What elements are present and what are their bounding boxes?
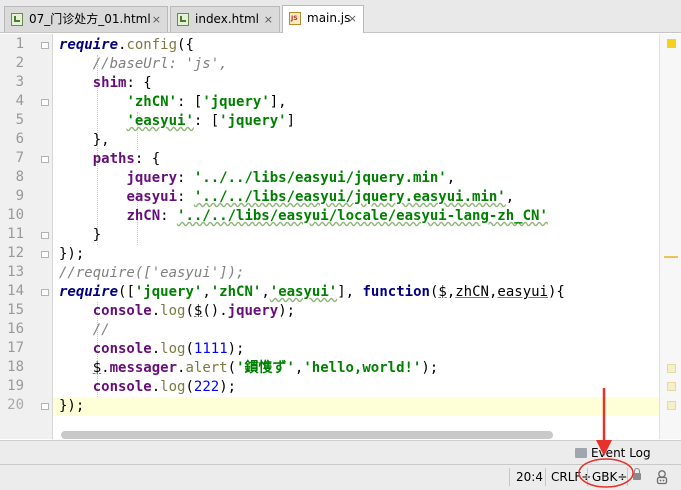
line-number: 15 [7,302,24,318]
fold-marker-icon[interactable] [41,154,50,164]
line-number: 17 [7,340,24,356]
line-number: 4 [15,93,24,109]
fold-marker-icon[interactable] [41,230,50,240]
line-number: 7 [15,150,24,166]
code-line-13: //require(['easyui']); [59,265,245,281]
line-number-current: 20 [7,397,24,413]
tab-label: main.js [307,11,351,25]
code-line-20: }); [59,398,85,414]
editor-tab-bar: 07_门诊处方_01.html × index.html × main.js × [0,0,681,33]
tab-main-js[interactable]: main.js × [282,5,364,33]
code-line-8: jquery: '../../libs/easyui/jquery.min', [126,170,456,186]
code-line-16: // [92,322,110,338]
line-number: 2 [15,55,24,71]
line-number: 1 [15,36,24,52]
code-line-1: require.config({ [59,37,194,53]
fold-marker-icon[interactable] [41,401,50,411]
code-line-3: shim: { [92,75,152,91]
js-file-icon [289,12,301,25]
line-number: 6 [15,131,24,147]
line-number: 14 [7,283,24,299]
scrollbar-thumb[interactable] [61,431,553,439]
error-stripe[interactable] [659,34,681,439]
status-separator [509,468,510,486]
status-separator [587,468,588,486]
highlight-marker[interactable] [667,401,676,410]
code-line-14: require(['jquery','zhCN','easyui'], func… [59,284,565,300]
tool-window-bar: Event Log [0,440,681,464]
fold-marker-icon[interactable] [41,97,50,107]
line-number: 3 [15,74,24,90]
line-number: 8 [15,169,24,185]
fold-marker-icon[interactable] [41,287,50,297]
code-line-4: 'zhCN': ['jquery'], [126,94,287,110]
status-bar: 20:4 CRLF÷ GBK÷ [0,464,681,490]
code-line-17: console.log(1111); [92,341,245,357]
highlight-marker[interactable] [667,364,676,373]
tab-index-html[interactable]: index.html × [170,6,280,32]
status-separator [627,468,628,486]
line-number-gutter[interactable]: 1 2 3 4 5 6 7 8 9 10 11 12 13 14 15 16 1… [0,34,53,439]
html-file-icon [11,13,23,26]
event-log-icon[interactable] [575,448,587,458]
caret-position[interactable]: 20:4 [516,470,543,484]
code-line-2: //baseUrl: 'js', [92,56,228,72]
close-icon[interactable]: × [152,7,161,32]
line-number: 18 [7,359,24,375]
code-line-10: zhCN: '../../libs/easyui/locale/easyui-l… [126,208,548,224]
line-number: 12 [7,245,24,261]
code-line-6: }, [92,132,110,148]
warning-marker[interactable] [664,256,678,258]
lock-icon[interactable] [633,468,641,480]
line-number: 10 [7,207,24,223]
event-log-button[interactable]: Event Log [591,446,651,460]
line-number: 13 [7,264,24,280]
encoding-selector[interactable]: GBK÷ [592,470,627,484]
warning-status-icon[interactable] [667,39,676,48]
hector-inspector-icon[interactable] [655,469,669,485]
line-number: 11 [7,226,24,242]
highlight-marker[interactable] [667,382,676,391]
code-editor[interactable]: require.config({ //baseUrl: 'js', shim: … [53,34,659,439]
status-separator [545,468,546,486]
close-icon[interactable]: × [348,6,357,31]
line-number: 5 [15,112,24,128]
horizontal-scrollbar[interactable] [53,430,659,440]
line-number: 9 [15,188,24,204]
code-line-18: $.messager.alert('鏆愯ず','hello,world!'); [92,360,439,376]
line-number: 16 [7,321,24,337]
code-line-12: }); [59,246,85,262]
fold-marker-icon[interactable] [41,40,50,50]
code-line-15: console.log($().jquery); [92,303,296,319]
line-number: 19 [7,378,24,394]
line-separator-selector[interactable]: CRLF÷ [551,470,591,484]
code-line-7: paths: { [92,151,161,167]
current-line-highlight [53,397,659,416]
code-line-9: easyui: '../../libs/easyui/jquery.easyui… [126,189,515,205]
tab-label: index.html [195,12,259,26]
fold-marker-icon[interactable] [41,249,50,259]
close-icon[interactable]: × [264,7,273,32]
tab-label: 07_门诊处方_01.html [29,12,151,26]
tab-07-clinic-prescription-html[interactable]: 07_门诊处方_01.html × [4,6,168,32]
code-line-11: } [92,227,102,243]
html-file-icon [177,13,189,26]
code-line-19: console.log(222); [92,379,237,395]
code-line-5: 'easyui': ['jquery'] [126,113,296,129]
